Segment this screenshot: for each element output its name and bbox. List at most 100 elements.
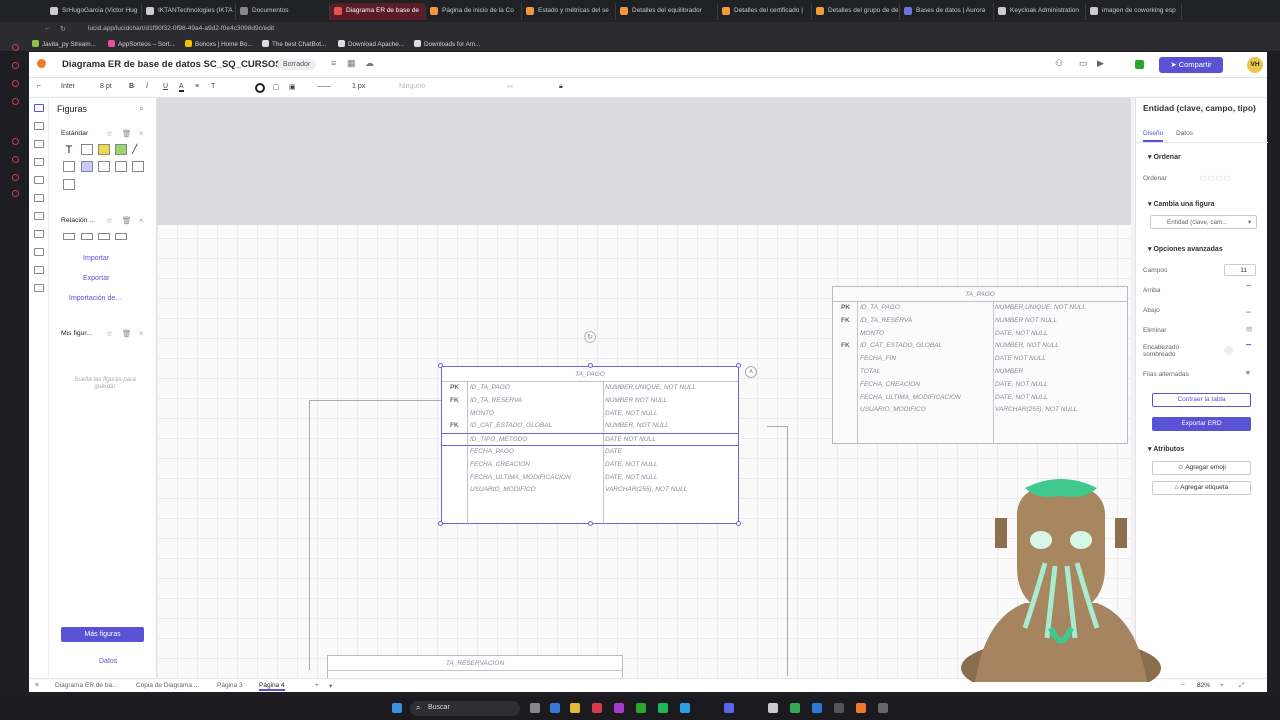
collaborate-icon[interactable]: ⚇ — [1055, 58, 1063, 69]
star-icon[interactable]: ☆ — [106, 129, 113, 138]
row-type[interactable]: VARCHAR(255), NOT NULL — [605, 484, 687, 497]
chevron-up-icon[interactable]: ˄ — [139, 129, 143, 138]
templates-icon[interactable] — [34, 122, 44, 130]
row-field[interactable]: FECHA_CREACION — [470, 459, 530, 472]
table-row[interactable]: FK ID_TA_RESERVA NUMBER NOT NULL — [442, 395, 738, 408]
row-field[interactable]: FECHA_FIN — [860, 353, 896, 366]
browser-tab[interactable]: Bases de datos | Aurora — [900, 3, 994, 20]
zoom-in-icon[interactable]: + — [1220, 682, 1224, 689]
excel-icon[interactable] — [636, 703, 646, 713]
connector-line[interactable] — [309, 400, 441, 670]
dock-icon[interactable] — [12, 156, 19, 163]
rectangle-shape-icon[interactable] — [81, 144, 93, 155]
erd-table-ta-reservacion[interactable]: TA_RESERVACION — [327, 655, 623, 678]
grid-shape-icon[interactable] — [132, 161, 144, 172]
image-shape-icon[interactable] — [63, 179, 75, 190]
dock-icon[interactable] — [12, 174, 19, 181]
table-row[interactable]: USUARIO_MODIFICO VARCHAR(255), NOT NULL — [442, 484, 738, 497]
attributes-header[interactable]: ▾ Atributos — [1148, 445, 1184, 453]
row-field[interactable]: FECHA_ULTIMA_MODIFICACION — [860, 392, 961, 405]
page-tab[interactable]: Copia de Diagrama ... — [136, 682, 199, 689]
collapse-table-button[interactable]: Contraer la tabla — [1152, 393, 1251, 407]
row-type[interactable]: NUMBER,UNIQUE, NOT NULL — [995, 302, 1086, 315]
bookmark[interactable]: The best ChatBot... — [262, 40, 326, 48]
table-row[interactable]: PK ID_TA_PAGO NUMBER,UNIQUE, NOT NULL — [442, 382, 738, 395]
row-field[interactable]: FECHA_PAGO — [470, 446, 514, 459]
row-type[interactable]: VARCHAR(255), NOT NULL — [995, 404, 1077, 417]
export-erd-button[interactable]: Exportar ERD — [1152, 417, 1251, 431]
table-row[interactable]: FK ID_CAT_ESTADO_GLOBAL NUMBER, NOT NULL — [833, 340, 1127, 353]
browser-tab[interactable]: imagen de coworking esp — [1086, 3, 1182, 20]
trash-icon[interactable]: 🗑︎ — [122, 129, 132, 138]
start-icon[interactable] — [392, 703, 402, 713]
row-field[interactable]: ID_TA_RESERVA — [860, 315, 912, 328]
row-type[interactable]: NUMBER — [995, 366, 1023, 379]
import-link[interactable]: Importar — [83, 255, 109, 262]
note-shape-icon[interactable] — [98, 144, 110, 155]
toggle-icon[interactable] — [1224, 346, 1233, 355]
text-color-icon[interactable]: A — [179, 83, 184, 92]
row-type[interactable]: NUMBER NOT NULL — [605, 395, 667, 408]
browser-icon[interactable] — [592, 703, 602, 713]
table-row[interactable]: TOTAL NUMBER — [833, 366, 1127, 379]
browser-tab[interactable]: Detalles del certificado | — [718, 3, 812, 20]
row-type[interactable]: DATE — [605, 446, 622, 459]
cloud-icon[interactable]: ☁ — [365, 58, 374, 69]
browser-tab[interactable]: IKTANTechnologies (IKTA — [142, 3, 236, 20]
browser-tab[interactable]: SrHugoGarcia (Victor Hug — [46, 3, 142, 20]
trash-icon[interactable]: 🗑︎ — [122, 329, 132, 338]
table-row[interactable]: MONTO DATE, NOT NULL — [833, 328, 1127, 341]
table-row[interactable]: FECHA_PAGO DATE — [442, 446, 738, 459]
row-type[interactable]: NUMBER NOT NULL — [995, 315, 1057, 328]
page-tab[interactable]: Página 3 — [217, 682, 243, 689]
present-icon[interactable]: ▶ — [1097, 58, 1104, 69]
lock-icon[interactable]: 🔒︎ — [559, 83, 563, 91]
data-icon[interactable] — [34, 176, 44, 184]
row-field[interactable]: FECHA_ULTIMA_MODIFICACION — [470, 472, 571, 485]
table-header[interactable]: TA_PAGO — [442, 367, 738, 382]
erd-table-ta-pago[interactable]: TA_PAGO PK ID_TA_PAGO NUMBER,UNIQUE, NOT N… — [832, 286, 1128, 444]
row-type[interactable]: DATE, NOT NULL — [995, 379, 1048, 392]
row-field[interactable]: TOTAL — [860, 366, 880, 379]
border-icon[interactable]: ▢ — [273, 83, 280, 91]
add-emoji-button[interactable]: ☺ Agregar emoji — [1152, 461, 1251, 475]
browser-tab[interactable]: Keycloak Administration — [994, 3, 1086, 20]
erd-table-ta-pago-selected[interactable]: TA_PAGO PK ID_TA_PAGO NUMBER,UNIQUE, NOT N… — [441, 366, 739, 524]
fields-stepper[interactable]: 11 — [1224, 264, 1256, 276]
dock-icon[interactable] — [12, 98, 19, 105]
table-row[interactable]: PK ID_TA_PAGO NUMBER,UNIQUE, NOT NULL — [833, 302, 1127, 315]
order-icons[interactable]: ▢ ▢ ▢ ▢ — [1200, 174, 1230, 182]
spotify-icon[interactable] — [658, 703, 668, 713]
vscode-icon[interactable] — [812, 703, 822, 713]
table-row[interactable]: ID_TIPO_METODO DATE NOT NULL — [442, 433, 738, 446]
menu-icon[interactable]: ≡ — [331, 58, 336, 68]
change-shape-header[interactable]: ▾ Cambia una figura — [1148, 200, 1215, 208]
discord-icon[interactable] — [724, 703, 734, 713]
format-painter-icon[interactable]: ⌐ — [37, 83, 41, 90]
table-row[interactable]: FK ID_CAT_ESTADO_GLOBAL NUMBER, NOT NULL — [442, 420, 738, 433]
database-icon[interactable] — [34, 230, 44, 238]
plugin-icon[interactable] — [34, 248, 44, 256]
row-type[interactable]: NUMBER, NOT NULL — [605, 420, 669, 433]
align-icon[interactable]: ≡ — [195, 83, 199, 90]
font-size-select[interactable]: 8 pt — [100, 83, 112, 90]
row-field[interactable]: ID_CAT_ESTADO_GLOBAL — [860, 340, 942, 353]
row-field[interactable]: ID_CAT_ESTADO_GLOBAL — [470, 420, 552, 433]
table-header[interactable]: TA_RESERVACION — [328, 656, 622, 671]
section-relation[interactable]: Relación ... — [61, 217, 95, 224]
app-icon[interactable] — [614, 703, 624, 713]
row-field[interactable]: MONTO — [860, 328, 884, 341]
add-below-icon[interactable]: ▁ — [1246, 305, 1251, 313]
connector-line[interactable] — [767, 426, 788, 676]
app-icon[interactable] — [680, 703, 690, 713]
bold-icon[interactable]: B — [129, 83, 134, 90]
fit-icon[interactable]: ⤢ — [1239, 682, 1244, 690]
resize-handle[interactable] — [736, 363, 741, 368]
import-from-link[interactable]: Importación de... — [69, 295, 121, 302]
lucid-logo-icon[interactable] — [37, 59, 46, 68]
resize-handle[interactable] — [438, 363, 443, 368]
row-field[interactable]: USUARIO_MODIFICO — [470, 484, 536, 497]
browser-tab[interactable]: Diagrama ER de base de — [330, 3, 426, 20]
entity-shape-icon[interactable] — [63, 233, 75, 240]
bookmark[interactable]: Bonoxs | Home Bo... — [185, 40, 253, 48]
